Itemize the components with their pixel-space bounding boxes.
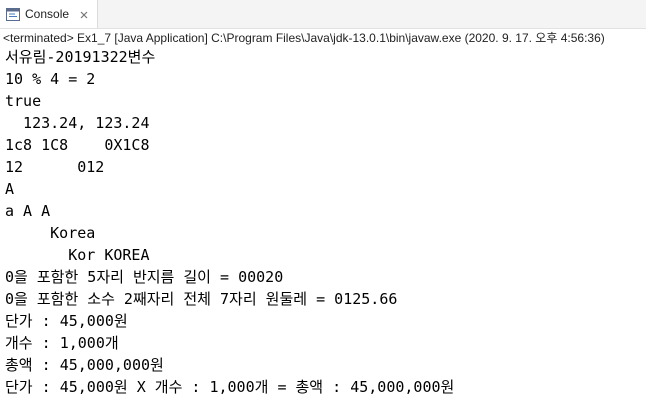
console-icon	[6, 7, 20, 21]
output-line: 0을 포함한 소수 2째자리 전체 7자리 원둘레 = 0125.66	[5, 290, 398, 308]
output-line: A	[5, 180, 15, 198]
console-output[interactable]: 서유림-20191322변수 10 % 4 = 2 true 123.24, 1…	[5, 46, 645, 398]
process-status-line: <terminated> Ex1_7 [Java Application] C:…	[3, 31, 605, 45]
console-view: Console <terminated> Ex1_7 [Java Applica…	[0, 0, 646, 404]
tab-console[interactable]: Console	[0, 0, 98, 28]
output-line: 개수 : 1,000개	[5, 334, 119, 352]
output-line: 123.24, 123.24	[5, 114, 150, 132]
output-line: 단가 : 45,000원 X 개수 : 1,000개 = 총액 : 45,000…	[5, 378, 455, 396]
close-icon[interactable]	[78, 8, 90, 20]
output-line: 12 012	[5, 158, 105, 176]
output-line: Kor KOREA	[5, 246, 150, 264]
output-line: 1c8 1C8 0X1C8	[5, 136, 150, 154]
output-line: a A A	[5, 202, 51, 220]
output-line: 총액 : 45,000,000원	[5, 356, 164, 374]
output-line: true	[5, 92, 42, 110]
view-tab-bar: Console	[0, 0, 646, 29]
tab-console-label: Console	[25, 7, 70, 21]
output-line: 0을 포함한 5자리 반지름 길이 = 00020	[5, 268, 284, 286]
output-line: Korea	[5, 224, 96, 242]
output-line: 10 % 4 = 2	[5, 70, 96, 88]
output-line: 서유림-20191322변수	[5, 48, 156, 66]
output-line: 단가 : 45,000원	[5, 312, 128, 330]
